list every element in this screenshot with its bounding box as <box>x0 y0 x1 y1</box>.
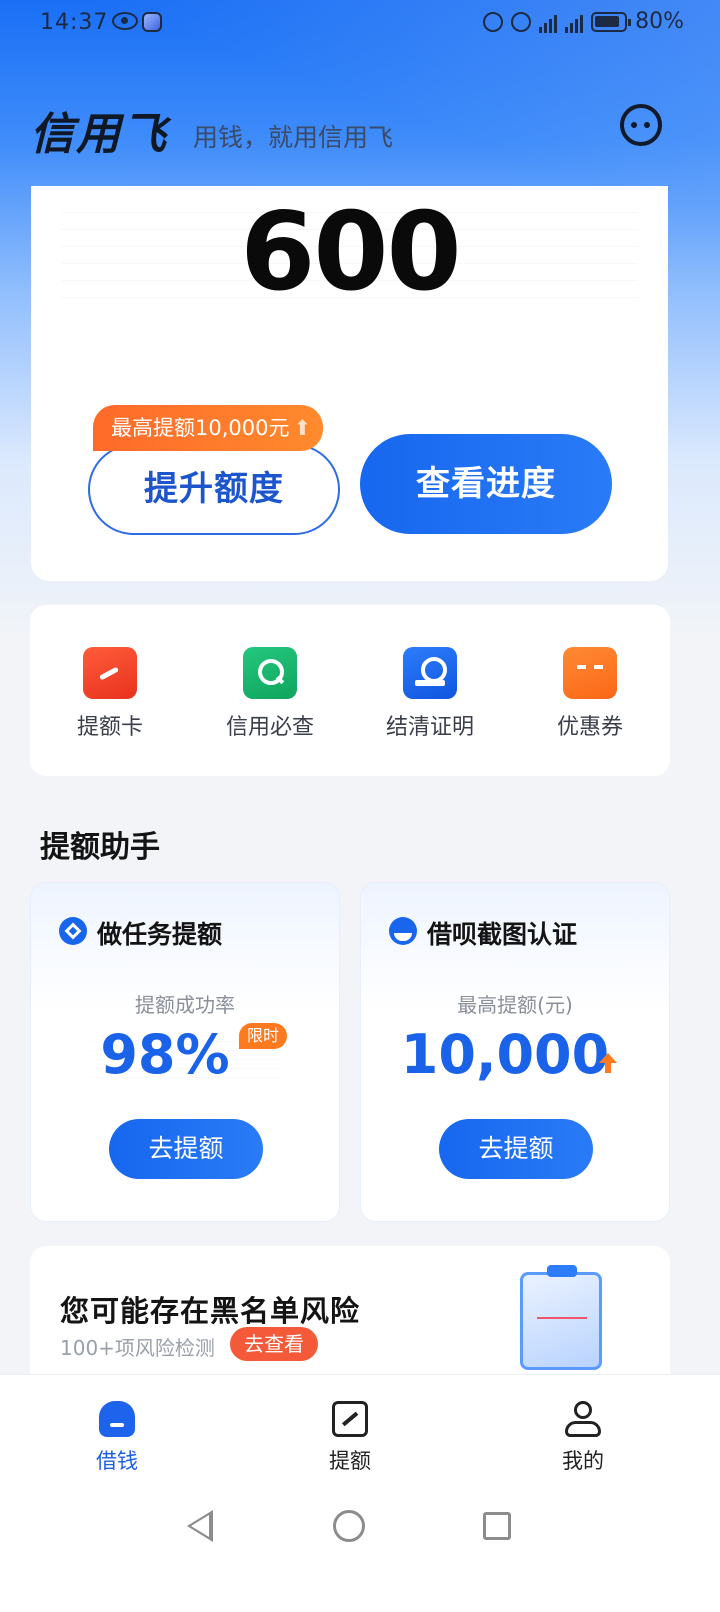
quick-action-coupons[interactable]: 优惠券 <box>510 647 670 741</box>
eye-icon <box>112 12 138 30</box>
tab-label: 提额 <box>329 1449 371 1473</box>
clipboard-report-icon <box>520 1265 602 1370</box>
quick-action-raise-card[interactable]: 提额卡 <box>30 647 190 741</box>
quick-action-label: 结清证明 <box>385 715 474 740</box>
quick-action-settlement-proof[interactable]: 结清证明 <box>350 647 510 741</box>
go-raise-button[interactable]: 去提额 <box>109 1119 263 1179</box>
profile-icon <box>565 1401 601 1437</box>
raise-limit-button[interactable]: 提升额度 <box>88 444 340 535</box>
tab-raise[interactable]: 提额 <box>290 1401 410 1475</box>
bottom-tab-bar: 借钱 提额 我的 <box>0 1374 720 1492</box>
task-raise-card[interactable]: 做任务提额 提额成功率 98% 限时 去提额 <box>30 882 340 1222</box>
go-raise-button[interactable]: 去提额 <box>439 1119 593 1179</box>
quick-actions-card: 提额卡 信用必查 结清证明 优惠券 <box>30 605 670 776</box>
app-notification-icon <box>142 12 162 32</box>
card-subtitle: 最高提额(元) <box>457 993 573 1017</box>
quick-action-label: 信用必查 <box>225 715 314 740</box>
max-raise-badge: 最高提额10,000元 ⬆ <box>93 405 324 451</box>
tab-mine[interactable]: 我的 <box>523 1401 643 1475</box>
blacklist-risk-card[interactable]: 您可能存在黑名单风险 100+项风险检测 去查看 <box>30 1246 670 1386</box>
status-bar: 14:37 80% <box>0 0 720 48</box>
signal-5g-icon <box>565 11 584 33</box>
mute-icon <box>511 11 532 32</box>
tab-borrow[interactable]: 借钱 <box>57 1401 177 1475</box>
arrow-up-icon: ⬆ <box>293 416 312 440</box>
app-logo: 信用飞 <box>30 109 168 160</box>
auth-icon <box>389 917 417 945</box>
home-circle-icon[interactable] <box>333 1510 365 1542</box>
back-icon[interactable] <box>187 1510 213 1542</box>
section-title: 提额助手 <box>40 830 160 865</box>
recent-apps-icon[interactable] <box>483 1512 511 1540</box>
card-title: 做任务提额 <box>97 920 223 949</box>
home-icon <box>99 1401 135 1437</box>
battery-percent: 80% <box>635 9 684 34</box>
risk-subtitle: 100+项风险检测 <box>60 1336 215 1360</box>
screenshot-auth-card[interactable]: 借呗截图认证 最高提额(元) 10,000 去提额 <box>360 882 670 1222</box>
system-nav-bar <box>0 1492 720 1612</box>
tab-label: 借钱 <box>96 1449 138 1473</box>
quick-action-credit-check[interactable]: 信用必查 <box>190 647 350 741</box>
stamp-icon <box>403 647 457 699</box>
max-raise-text: 最高提额10,000元 <box>111 416 290 440</box>
card-icon <box>83 647 137 699</box>
limited-time-badge: 限时 <box>239 1023 287 1049</box>
view-progress-button[interactable]: 查看进度 <box>360 434 612 534</box>
arrow-up-icon <box>599 1053 617 1073</box>
chat-bubble-icon[interactable] <box>620 104 662 146</box>
battery-icon <box>591 11 632 32</box>
credit-amount: 600 <box>240 190 461 315</box>
coupon-icon <box>563 647 617 699</box>
risk-title: 您可能存在黑名单风险 <box>60 1294 361 1328</box>
alarm-icon <box>483 11 504 32</box>
signal-4g-icon <box>539 11 558 33</box>
card-subtitle: 提额成功率 <box>135 993 235 1017</box>
tab-label: 我的 <box>562 1449 604 1473</box>
view-risk-button[interactable]: 去查看 <box>230 1327 318 1361</box>
raise-icon <box>332 1401 368 1437</box>
card-title: 借呗截图认证 <box>427 920 578 949</box>
status-time: 14:37 <box>40 10 109 35</box>
quick-action-label: 提额卡 <box>76 715 143 740</box>
search-icon <box>243 647 297 699</box>
status-right: 80% <box>483 9 684 34</box>
app-slogan: 用钱，就用信用飞 <box>193 123 394 152</box>
quick-action-label: 优惠券 <box>556 715 623 740</box>
diamond-icon <box>59 917 87 945</box>
